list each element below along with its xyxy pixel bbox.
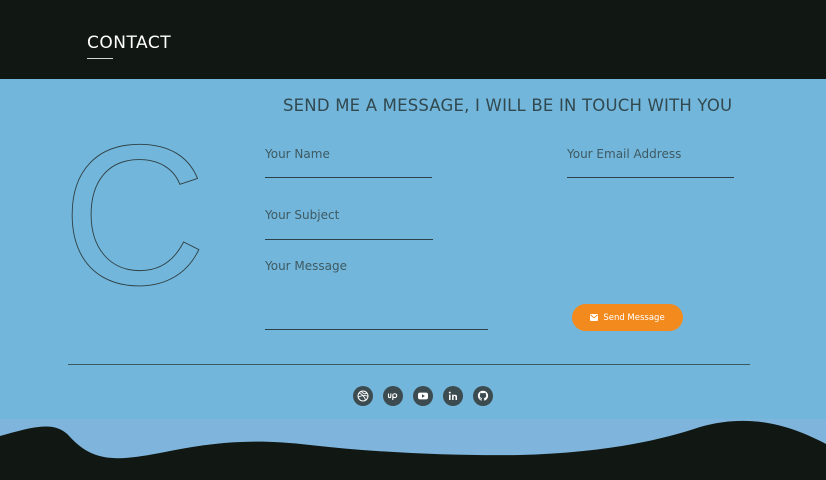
social-links xyxy=(353,386,493,406)
subject-input[interactable] xyxy=(265,216,433,240)
message-input[interactable] xyxy=(265,306,488,330)
send-message-label: Send Message xyxy=(603,312,665,323)
github-link[interactable] xyxy=(473,386,493,406)
message-label: Your Message xyxy=(265,259,348,273)
section-divider xyxy=(68,364,750,365)
send-message-button[interactable]: Send Message xyxy=(572,304,683,331)
dribbble-icon xyxy=(357,390,369,402)
outline-letter-c: C xyxy=(68,136,207,288)
github-icon xyxy=(477,390,489,401)
footer-wave xyxy=(0,419,826,480)
linkedin-link[interactable] xyxy=(443,386,463,406)
section-title: CONTACT xyxy=(87,33,172,53)
upwork-icon xyxy=(387,393,398,400)
youtube-icon xyxy=(418,392,428,400)
dribbble-link[interactable] xyxy=(353,386,373,406)
upwork-link[interactable] xyxy=(383,386,403,406)
email-input[interactable] xyxy=(567,154,734,178)
youtube-link[interactable] xyxy=(413,386,433,406)
outline-letter-c-text: C xyxy=(68,136,206,288)
name-input[interactable] xyxy=(265,154,432,178)
title-underline xyxy=(87,58,113,59)
envelope-icon xyxy=(590,314,599,321)
top-bar: CONTACT xyxy=(0,0,826,79)
linkedin-icon xyxy=(448,391,457,400)
form-headline: SEND ME A MESSAGE, I WILL BE IN TOUCH WI… xyxy=(283,96,733,115)
